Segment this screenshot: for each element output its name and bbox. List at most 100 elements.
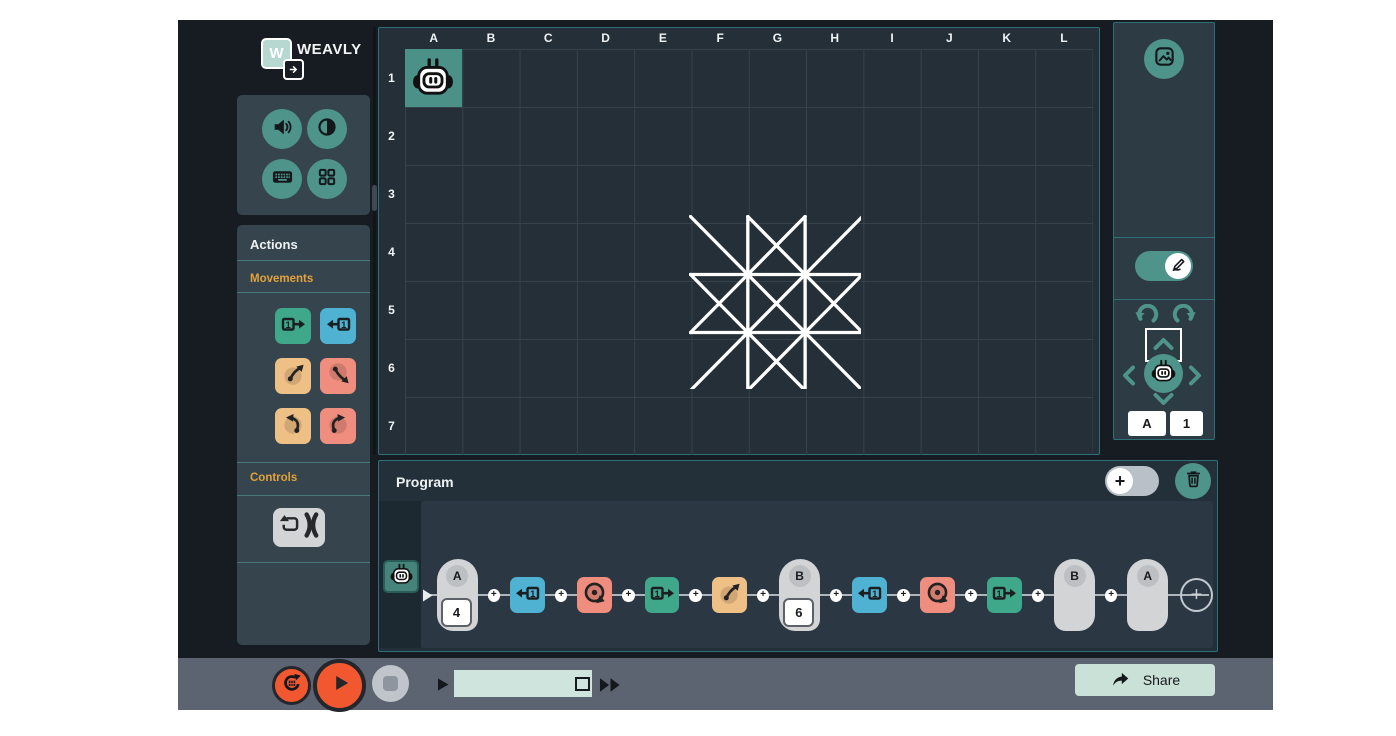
slow-speed-icon [436,677,450,697]
loop-iterations-input[interactable]: 6 [783,598,814,627]
loop-end-block-b[interactable]: B [1054,559,1095,631]
background-selector-button[interactable] [1144,39,1184,79]
movements-section-title: Movements [250,273,313,285]
program-step-forward1[interactable]: 1 [987,577,1022,613]
palette-block-turnRight90[interactable] [320,408,356,444]
divider [237,562,370,563]
loop-end-block-a[interactable]: A [1127,559,1168,631]
refresh-scene-button[interactable] [272,666,311,705]
character-robot [410,57,456,102]
turn-character-right-button[interactable] [1172,304,1199,331]
add-step-connector[interactable]: + [1032,589,1045,602]
actions-title: Actions [250,237,298,252]
row-label: 1 [379,49,404,107]
svg-text:1: 1 [654,588,660,599]
position-row-input[interactable]: 1 [1170,411,1203,436]
palette-block-loop[interactable] [273,508,325,547]
row-label: 4 [379,223,404,281]
column-label: L [1035,31,1092,45]
row-label: 3 [379,165,404,223]
character-column-strip [379,501,421,648]
svg-text:1: 1 [872,588,878,599]
layout-mode-button[interactable] [307,159,347,199]
share-button[interactable]: Share [1075,664,1215,696]
turnLeft45-icon [716,580,742,611]
delete-all-button[interactable] [1175,463,1211,499]
refresh-icon [281,672,303,699]
loop-start-block-a[interactable]: A4 [437,559,478,631]
playback-bar: Share [178,658,1273,710]
slow-triangle-icon [436,677,450,697]
svg-text:1: 1 [530,588,536,599]
palette-block-forward1[interactable]: 1 [275,308,311,344]
chevron-right-icon [1185,363,1205,393]
column-label: F [692,31,749,45]
share-label: Share [1143,672,1180,688]
move-character-right-button[interactable] [1185,363,1205,393]
backward1-icon: 1 [325,312,352,341]
palette-block-turnLeft90[interactable] [275,408,311,444]
speed-slider[interactable] [454,670,592,697]
pen-down-toggle[interactable] [1135,251,1193,281]
add-step-connector[interactable]: + [689,589,702,602]
turn-character-left-button[interactable] [1132,304,1159,331]
svg-text:1: 1 [285,319,291,330]
add-node-toggle[interactable]: + [1105,466,1159,496]
pen-icon [1169,254,1188,278]
forward1-icon: 1 [280,312,307,341]
speaker-icon [271,116,293,143]
keyboard-shortcuts-button[interactable] [262,159,302,199]
redo-arrow-icon [1172,304,1199,331]
divider [1114,237,1214,238]
add-node-knob: + [1107,468,1133,494]
position-column-input[interactable]: A [1128,411,1166,436]
column-label: E [634,31,691,45]
scene: ABCDEFGHIJKL 1234567 [378,27,1100,455]
add-step-connector[interactable]: + [1105,589,1118,602]
column-label: B [462,31,519,45]
turnLeft90-icon [280,411,306,442]
program-character-tile[interactable] [383,560,419,593]
palette-block-turnLeft45[interactable] [275,358,311,394]
program-step-turnRight45[interactable] [577,577,612,613]
weavly-logo[interactable]: W WEAVLY [261,36,381,86]
speed-slider-handle[interactable] [575,677,590,691]
program-step-backward1[interactable]: 1 [852,577,887,613]
turnRight45-icon [581,579,608,611]
theme-contrast-button[interactable] [307,109,347,149]
add-step-connector[interactable]: + [622,589,635,602]
column-label: D [577,31,634,45]
resize-grip-icon [372,185,377,211]
add-step-connector[interactable]: + [488,589,501,602]
column-label: A [405,31,462,45]
audio-feedback-button[interactable] [262,109,302,149]
svg-text:1: 1 [341,319,347,330]
pen-toggle-knob [1165,253,1191,279]
stop-button[interactable] [372,665,409,702]
column-label: C [520,31,577,45]
column-label: H [806,31,863,45]
divider [237,260,370,261]
move-character-left-button[interactable] [1119,363,1139,393]
palette-block-backward1[interactable]: 1 [320,308,356,344]
add-step-connector[interactable]: + [555,589,568,602]
add-step-connector[interactable]: + [757,589,770,602]
program-step-turnRight45[interactable] [920,577,955,613]
row-label: 7 [379,397,404,455]
column-label: I [863,31,920,45]
program-step-forward1[interactable]: 1 [645,577,680,613]
add-step-connector[interactable]: + [965,589,978,602]
loop-label: B [789,565,811,587]
add-step-connector[interactable]: + [897,589,910,602]
program-step-backward1[interactable]: 1 [510,577,545,613]
loop-iterations-input[interactable]: 4 [441,598,472,627]
palette-block-turnRight45[interactable] [320,358,356,394]
panel-resize-divider[interactable] [373,27,376,455]
add-step-connector[interactable]: + [830,589,843,602]
program-step-turnLeft45[interactable] [712,577,747,613]
play-button[interactable] [313,659,366,712]
loop-start-block-b[interactable]: B6 [779,559,820,631]
divider [237,495,370,496]
trash-icon [1183,468,1204,494]
add-step-end-button[interactable]: + [1180,578,1213,612]
